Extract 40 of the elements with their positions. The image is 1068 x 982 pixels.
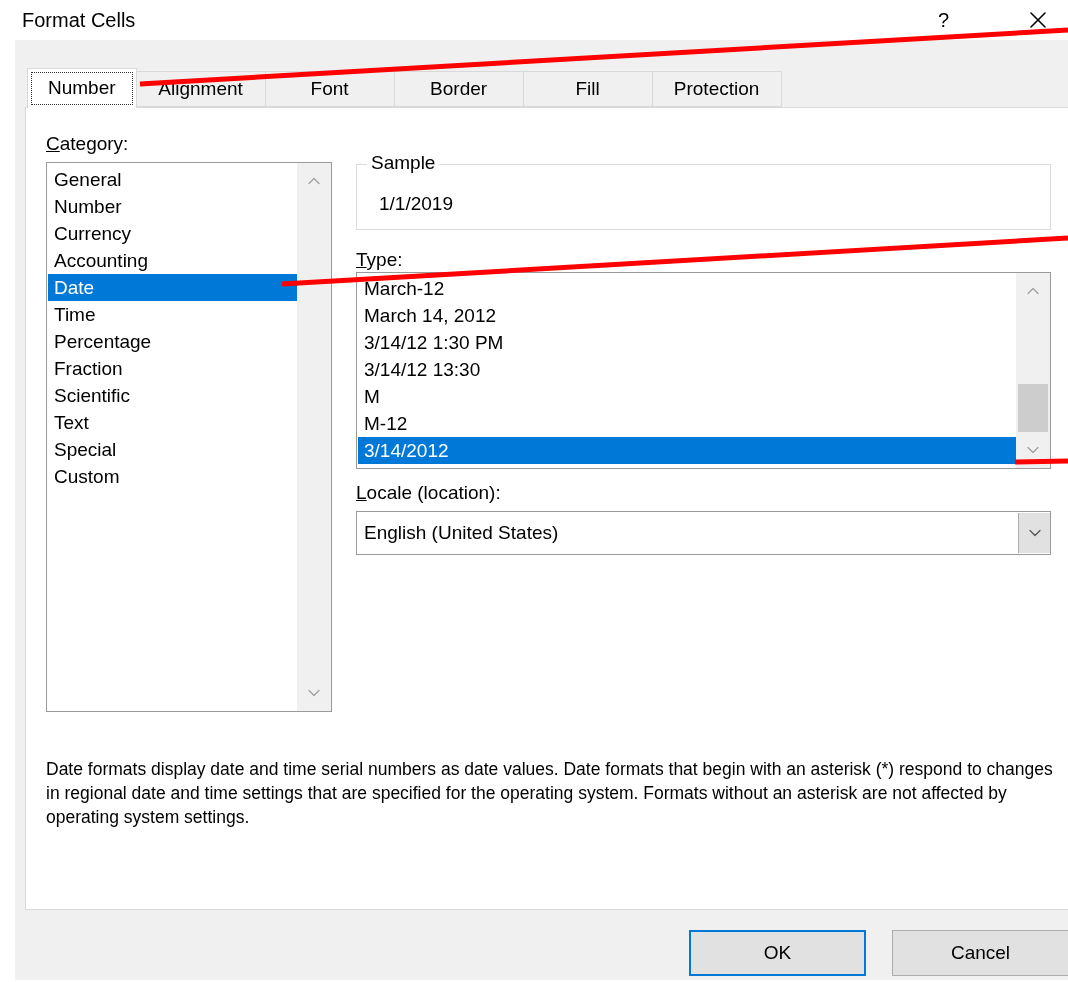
category-item[interactable]: Accounting (48, 247, 297, 274)
tab[interactable]: Border (394, 71, 524, 107)
type-item[interactable]: 3/14/12 13:30 (358, 356, 1016, 383)
type-item[interactable]: March-12 (358, 275, 1016, 302)
category-item[interactable]: Custom (48, 463, 297, 490)
category-item[interactable]: Fraction (48, 355, 297, 382)
annotation-line (1014, 458, 1068, 465)
dropdown-button[interactable] (1018, 513, 1050, 553)
locale-dropdown[interactable]: English (United States) (356, 511, 1051, 555)
category-item[interactable]: Currency (48, 220, 297, 247)
type-item[interactable]: 3/14/2012 (358, 437, 1016, 464)
dialog-button[interactable]: OK (689, 930, 866, 976)
type-item[interactable]: M-12 (358, 410, 1016, 437)
category-item[interactable]: Percentage (48, 328, 297, 355)
scrollbar[interactable] (1016, 273, 1050, 468)
type-label: Type: (356, 248, 404, 272)
sample-value: 1/1/2019 (379, 193, 453, 215)
locale-label: Locale (location): (356, 481, 502, 505)
scroll-thumb[interactable] (1018, 384, 1048, 432)
type-item[interactable]: M (358, 383, 1016, 410)
category-item[interactable]: Date (48, 274, 297, 301)
dialog-button[interactable]: Cancel (892, 930, 1068, 976)
tab[interactable]: Protection (652, 71, 782, 107)
category-item[interactable]: Text (48, 409, 297, 436)
category-item[interactable]: General (48, 166, 297, 193)
category-list[interactable]: General Number Currency Accounting Date Time Percentage Fraction Scientific Text Special Custom (46, 162, 332, 712)
category-item[interactable]: Number (48, 193, 297, 220)
category-label: Category: (46, 132, 130, 156)
scrollbar[interactable] (297, 163, 331, 711)
type-item[interactable]: 3/14/12 1:30 PM (358, 329, 1016, 356)
description-text: Date formats display date and time serial numbers as date values. Date formats that begin with an asterisk (*) respond to changes in regional date and time settings that are specified for the operating system. Formats without an asterisk are not affected by operating system settings. (46, 758, 1054, 829)
window-title: Format Cells (22, 8, 136, 33)
category-item[interactable]: Time (48, 301, 297, 328)
help-button[interactable]: ? (937, 5, 949, 35)
type-list[interactable]: March-12 March 14, 2012 3/14/12 1:30 PM 3/14/12 13:30 M M-12 3/14/2012 (356, 272, 1051, 469)
category-item[interactable]: Special (48, 436, 297, 463)
type-item[interactable]: March 14, 2012 (358, 302, 1016, 329)
category-item[interactable]: Scientific (48, 382, 297, 409)
tab[interactable]: Number (27, 68, 137, 108)
tab[interactable]: Fill (523, 71, 653, 107)
